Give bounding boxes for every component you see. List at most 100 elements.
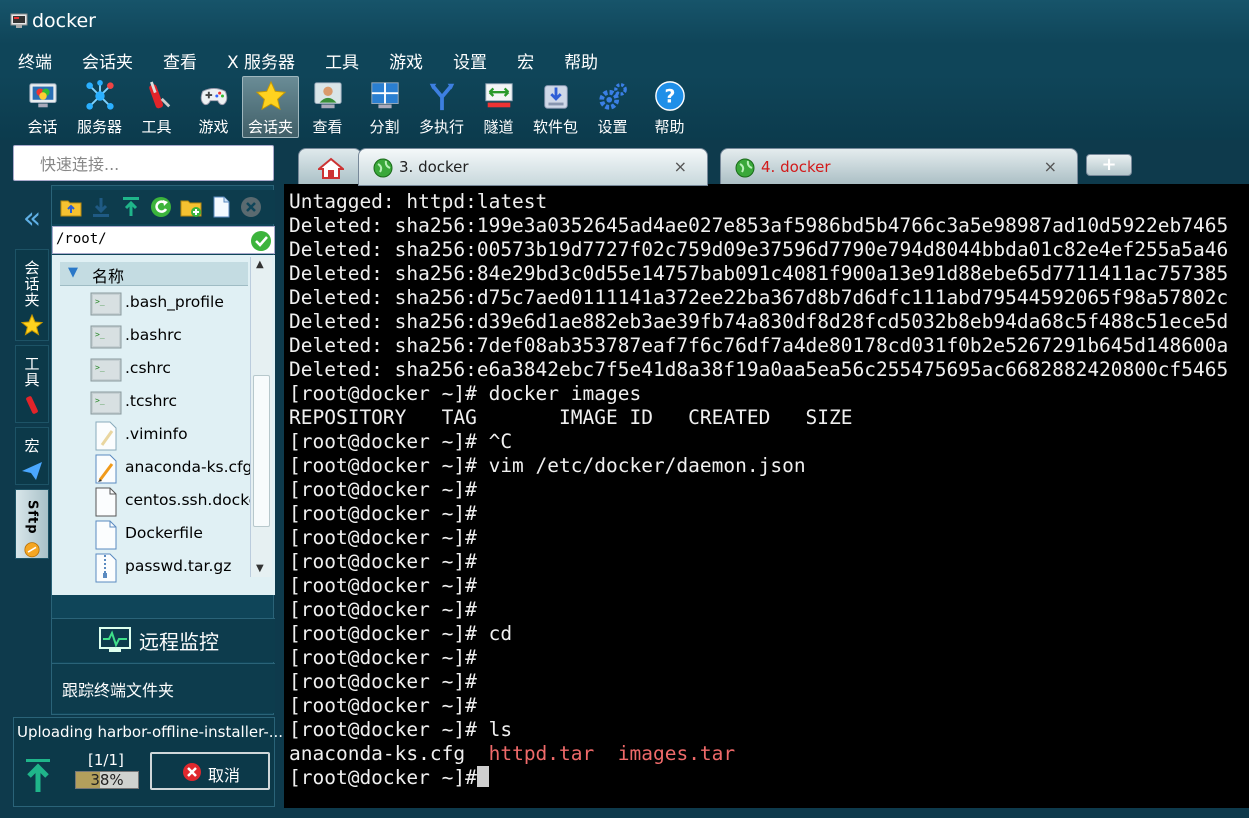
tab-4-docker[interactable]: 4. docker × [720, 148, 1078, 186]
upload-button[interactable] [116, 193, 146, 221]
ls-file-cfg: anaconda-ks.cfg [289, 742, 466, 765]
file-row[interactable]: >_ .cshrc [90, 353, 250, 386]
refresh-button[interactable] [146, 193, 176, 221]
file-row[interactable]: >_ .bash_profile [90, 287, 250, 320]
new-file-button[interactable] [206, 193, 236, 221]
tab-4-close-icon[interactable]: × [1044, 157, 1057, 176]
file-row[interactable]: centos.ssh.docker [90, 485, 265, 518]
multiexec-icon [429, 83, 454, 111]
tools-button[interactable]: 工具 [128, 76, 185, 138]
tab-3-docker[interactable]: 3. docker × [358, 148, 708, 186]
file-list-vertical-scrollbar[interactable]: ▲ ▼ [250, 257, 272, 577]
menu-x-server[interactable]: X 服务器 [223, 46, 299, 75]
status-globe-icon [373, 158, 393, 178]
view-button[interactable]: 查看 [299, 76, 356, 138]
menu-macros[interactable]: 宏 [513, 46, 538, 75]
sftp-panel: /root/ ▼ 名称 >_ .bash_profile >_ .bashrc … [51, 185, 275, 715]
file-name: passwd.tar.gz [125, 557, 232, 575]
new-folder-button[interactable] [176, 193, 206, 221]
file-row[interactable]: >_ .tcshrc [90, 386, 250, 419]
file-row[interactable]: >_ .bashrc [90, 320, 250, 353]
home-icon [318, 157, 344, 179]
side-tab-macros[interactable]: 宏 [15, 427, 49, 485]
gamepad-icon [200, 88, 227, 106]
side-tab-sessions[interactable]: 会话夹 [15, 249, 49, 341]
terminal-line: REPOSITORY TAG IMAGE ID CREATED SIZE [289, 406, 853, 429]
svg-text:?: ? [664, 87, 675, 108]
terminal[interactable]: Untagged: httpd:latest Deleted: sha256:19… [284, 184, 1249, 808]
terminal-line: [root@docker ~]# [289, 670, 477, 693]
terminal-cursor [476, 766, 489, 787]
file-row[interactable]: passwd.tar.gz [90, 551, 250, 584]
terminal-line: [root@docker ~]# [289, 478, 477, 501]
tab-home[interactable] [298, 148, 362, 186]
cancel-upload-button[interactable]: 取消 [150, 752, 270, 790]
servers-button[interactable]: 服务器 [71, 76, 128, 138]
side-tab-macros-label: 宏 [22, 438, 41, 454]
follow-terminal-folder-toggle[interactable]: 跟踪终端文件夹 [52, 663, 275, 713]
games-button[interactable]: 游戏 [185, 76, 242, 138]
menu-help[interactable]: 帮助 [560, 46, 602, 75]
settings-label: 设置 [597, 118, 628, 136]
package-button[interactable]: 软件包 [527, 76, 584, 138]
menu-view[interactable]: 查看 [159, 46, 201, 75]
delete-button[interactable] [236, 193, 266, 221]
file-name: .cshrc [125, 359, 171, 377]
sftp-file-list[interactable]: ▼ 名称 >_ .bash_profile >_ .bashrc >_ .csh… [52, 255, 275, 595]
monitor-icon [99, 627, 131, 652]
download-button[interactable] [86, 193, 116, 221]
sessions-folder-button[interactable]: 会话夹 [242, 76, 299, 138]
svg-text:>_: >_ [95, 363, 105, 372]
menu-games[interactable]: 游戏 [385, 46, 427, 75]
multiexec-button[interactable]: 多执行 [413, 76, 470, 138]
scroll-thumb[interactable] [253, 375, 270, 527]
tab-3-close-icon[interactable]: × [674, 157, 687, 176]
help-icon: ? [654, 81, 685, 111]
side-tab-sftp[interactable]: Sftp [15, 489, 49, 559]
file-name: .viminfo [125, 425, 188, 443]
new-folder-icon [180, 200, 202, 217]
star-icon [21, 314, 43, 336]
file-list-header[interactable]: ▼ 名称 [60, 262, 248, 286]
file-row[interactable]: Dockerfile [90, 518, 250, 551]
blank-file-icon [95, 487, 117, 517]
svg-text:>_: >_ [95, 330, 105, 339]
menu-sessions[interactable]: 会话夹 [78, 46, 137, 75]
remote-monitor-button[interactable]: 远程监控 [52, 618, 275, 662]
session-button[interactable]: 会话 [14, 76, 71, 138]
menu-settings[interactable]: 设置 [449, 46, 491, 75]
text-file-icon [95, 421, 117, 451]
side-tab-bar: « 会话夹 工具 宏 Sftp [13, 185, 51, 715]
sftp-path: /root/ [56, 231, 107, 247]
sftp-icon [24, 541, 40, 557]
tunnel-button[interactable]: 隧道 [470, 76, 527, 138]
scroll-up-icon[interactable]: ▲ [256, 259, 264, 270]
terminal-output: Untagged: httpd:latest Deleted: sha256:19… [289, 190, 1249, 742]
status-globe-icon [735, 158, 755, 178]
terminal-line: [root@docker ~]# [289, 526, 477, 549]
file-row[interactable]: anaconda-ks.cfg [90, 452, 252, 485]
file-row[interactable]: .viminfo [90, 419, 250, 452]
split-label: 分割 [369, 118, 400, 136]
settings-button[interactable]: 设置 [584, 76, 641, 138]
split-button[interactable]: 分割 [356, 76, 413, 138]
session-label: 会话 [27, 118, 58, 136]
quick-connect-input[interactable]: 快速连接... [13, 145, 274, 181]
terminal-prompt-line: [root@docker ~]# [289, 766, 1249, 790]
sftp-path-input[interactable]: /root/ [52, 226, 275, 254]
menu-terminal[interactable]: 终端 [14, 46, 56, 75]
collapse-sidebar-icon[interactable]: « [17, 204, 47, 235]
upload-count: [1/1] [88, 751, 124, 769]
view-label: 查看 [312, 118, 343, 136]
terminal-line: Deleted: sha256:e6a3842ebc7f5e41d8a38f19… [289, 358, 1229, 381]
parent-folder-button[interactable] [56, 193, 86, 221]
menu-tools[interactable]: 工具 [321, 46, 363, 75]
help-button[interactable]: ? 帮助 [641, 76, 698, 138]
ls-file-httpd: httpd.tar [488, 742, 595, 765]
side-tab-tools[interactable]: 工具 [15, 345, 49, 423]
scroll-down-icon[interactable]: ▼ [256, 563, 264, 574]
checkmark-icon[interactable] [250, 230, 272, 252]
terminal-line: [root@docker ~]# [289, 694, 477, 717]
new-tab-button[interactable]: + [1086, 154, 1132, 176]
tools-label: 工具 [141, 118, 172, 136]
